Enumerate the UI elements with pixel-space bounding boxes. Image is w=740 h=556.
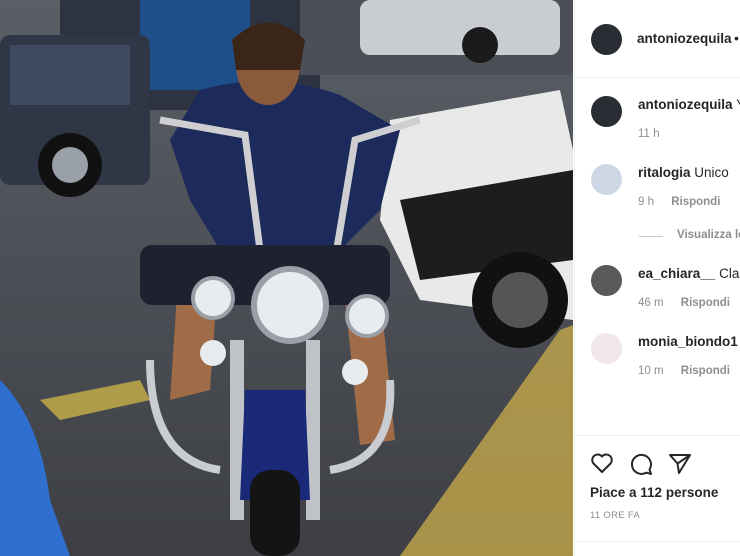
author-username[interactable]: antoniozequila	[637, 31, 732, 46]
comment-avatar[interactable]	[591, 265, 622, 296]
view-replies-link[interactable]: Visualizza le	[677, 229, 740, 241]
comment-meta: 9 h Rispondi	[638, 196, 734, 208]
caption-time[interactable]: 11 h	[638, 128, 660, 140]
reply-button[interactable]: Rispondi	[681, 365, 730, 377]
caption-username[interactable]: antoniozequila	[638, 97, 733, 112]
comment-row: ea_chiara__ Class	[638, 266, 740, 281]
paper-plane-icon[interactable]	[668, 452, 692, 481]
comment-row: monia_biondo1 -	[638, 334, 740, 349]
post-photo[interactable]	[0, 0, 573, 556]
replies-divider	[639, 236, 663, 237]
reply-button[interactable]: Rispondi	[671, 196, 720, 208]
comment-username[interactable]: monia_biondo1	[638, 334, 738, 349]
caption-avatar[interactable]	[591, 96, 622, 127]
comment-text: Class	[719, 266, 740, 281]
caption-text: Y	[736, 97, 740, 112]
motorcycle-photo-image	[0, 0, 573, 556]
author-avatar[interactable]	[591, 24, 622, 55]
post-actions: Piace a 112 persone 11 ORE FA	[575, 435, 740, 556]
reply-button[interactable]: Rispondi	[681, 297, 730, 309]
comment-row: ritalogia Unico	[638, 165, 729, 180]
post-header: antoniozequila •	[575, 0, 740, 78]
comment-time[interactable]: 10 m	[638, 365, 664, 377]
comment-avatar[interactable]	[591, 333, 622, 364]
post-side-panel: antoniozequila • antoniozequila Y 11 h r…	[574, 0, 740, 556]
heart-icon[interactable]	[590, 452, 614, 479]
header-separator-dot: •	[734, 30, 739, 46]
comment-avatar[interactable]	[591, 164, 622, 195]
post-timestamp[interactable]: 11 ORE FA	[590, 510, 640, 521]
comment-time[interactable]: 9 h	[638, 196, 654, 208]
comment-username[interactable]: ritalogia	[638, 165, 691, 180]
add-comment-area[interactable]	[575, 541, 740, 556]
comment-meta: 46 m Rispondi	[638, 297, 740, 309]
comment-bubble-icon[interactable]	[629, 452, 653, 481]
comment-time[interactable]: 46 m	[638, 297, 664, 309]
caption-row: antoniozequila Y	[638, 97, 740, 112]
comment-text: Unico	[694, 165, 729, 180]
likes-count[interactable]: Piace a 112 persone	[590, 485, 718, 500]
comment-username[interactable]: ea_chiara__	[638, 266, 715, 281]
comment-meta: 10 m Rispondi	[638, 365, 740, 377]
